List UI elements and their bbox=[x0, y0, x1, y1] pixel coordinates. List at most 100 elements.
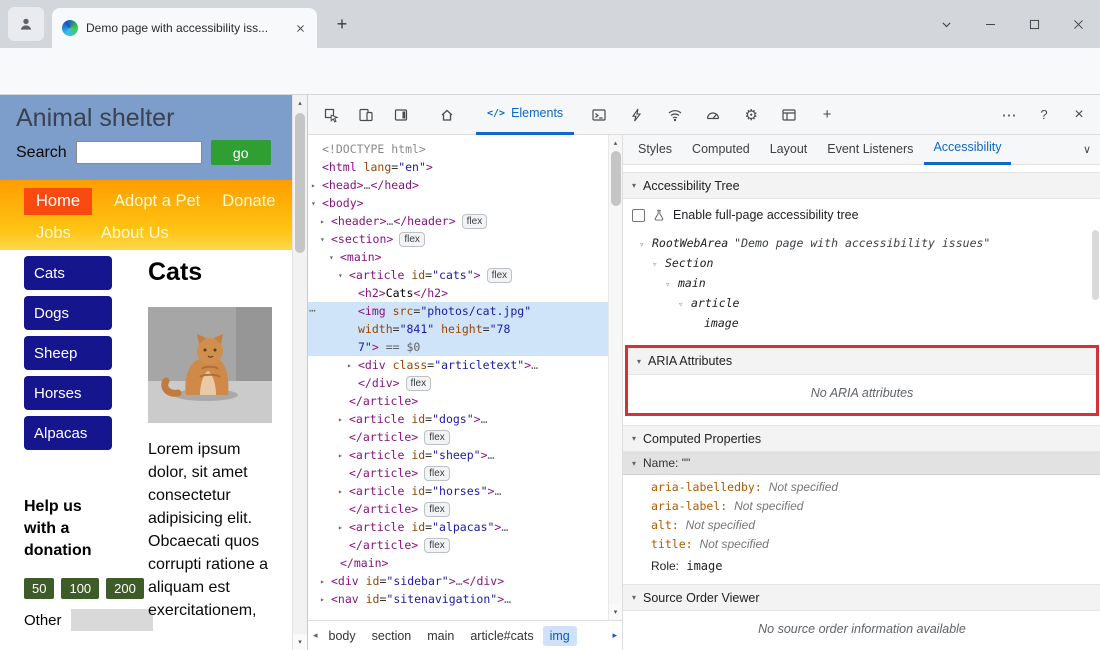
node-more-actions-icon[interactable]: ⋯ bbox=[309, 302, 317, 320]
breadcrumb-item-section[interactable]: section bbox=[365, 626, 419, 646]
sidebar-scrollbar-thumb[interactable] bbox=[1092, 230, 1099, 300]
tab-accessibility[interactable]: Accessibility bbox=[924, 135, 1010, 165]
collapse-arrow-icon[interactable]: ▾ bbox=[329, 249, 339, 267]
breadcrumb-item-body[interactable]: body bbox=[322, 626, 363, 646]
breadcrumb-scroll-left-icon[interactable]: ◂ bbox=[311, 630, 320, 641]
home-button[interactable] bbox=[432, 100, 462, 130]
nav-link-about-us[interactable]: About Us bbox=[101, 224, 169, 243]
elements-tree-line[interactable]: ▸<head>…</head> bbox=[308, 176, 608, 194]
expand-arrow-icon[interactable]: ▸ bbox=[320, 591, 330, 609]
page-scrollbar-thumb[interactable] bbox=[295, 113, 305, 253]
section-header-computed-properties[interactable]: ▾ Computed Properties bbox=[623, 425, 1100, 452]
nav-link-home[interactable]: Home bbox=[24, 188, 92, 215]
device-emulation-button[interactable] bbox=[351, 100, 381, 130]
elements-tree-line[interactable]: <html lang="en"> bbox=[308, 158, 608, 176]
elements-tree-line[interactable]: </article> bbox=[308, 392, 608, 410]
nav-link-donate[interactable]: Donate bbox=[222, 192, 275, 211]
elements-tree-line[interactable]: </article>flex bbox=[308, 500, 608, 518]
expand-arrow-icon[interactable]: ▸ bbox=[338, 447, 348, 465]
more-tools-icon[interactable]: + bbox=[812, 100, 842, 130]
elements-scrollbar-thumb[interactable] bbox=[611, 151, 621, 206]
elements-tree-line[interactable]: ⋯<img src="photos/cat.jpg" bbox=[308, 302, 608, 320]
scroll-up-icon[interactable]: ▴ bbox=[609, 135, 622, 151]
flex-badge[interactable]: flex bbox=[487, 268, 513, 283]
close-window-button[interactable] bbox=[1056, 0, 1100, 48]
tab-layout[interactable]: Layout bbox=[761, 135, 817, 165]
expander-icon[interactable]: ▿ bbox=[639, 235, 652, 255]
more-options-icon[interactable]: ⋯ bbox=[994, 100, 1024, 130]
donation-amount-button-200[interactable]: 200 bbox=[106, 578, 144, 599]
section-header-source-order[interactable]: ▾ Source Order Viewer bbox=[623, 584, 1100, 611]
expand-arrow-icon[interactable]: ▸ bbox=[338, 483, 348, 501]
page-scrollbar[interactable]: ▴ ▾ bbox=[292, 95, 307, 650]
elements-tree-line[interactable]: ▾<main> bbox=[308, 248, 608, 266]
tab-close-icon[interactable] bbox=[291, 19, 309, 37]
flex-badge[interactable]: flex bbox=[424, 430, 450, 445]
accessibility-node-section[interactable]: ▿Section bbox=[631, 253, 1100, 273]
inspect-button[interactable] bbox=[316, 100, 346, 130]
expander-icon[interactable]: ▿ bbox=[678, 295, 691, 315]
expand-arrow-icon[interactable]: ▸ bbox=[338, 411, 348, 429]
elements-tree-line[interactable]: </div>flex bbox=[308, 374, 608, 392]
elements-tree-line[interactable]: ▾<article id="cats">flex bbox=[308, 266, 608, 284]
elements-tree-line[interactable]: ▾<body> bbox=[308, 194, 608, 212]
tab-actions-button[interactable] bbox=[924, 0, 968, 48]
elements-tree-line[interactable]: ▸<article id="sheep">… bbox=[308, 446, 608, 464]
computed-name-header[interactable]: ▾ Name: "" bbox=[623, 452, 1100, 475]
category-button-dogs[interactable]: Dogs bbox=[24, 296, 112, 330]
site-search-input[interactable] bbox=[76, 141, 202, 164]
elements-tree-line[interactable]: <h2>Cats</h2> bbox=[308, 284, 608, 302]
maximize-button[interactable] bbox=[1012, 0, 1056, 48]
elements-tree-line[interactable]: ▸<article id="horses">… bbox=[308, 482, 608, 500]
category-button-cats[interactable]: Cats bbox=[24, 256, 112, 290]
elements-tree-line[interactable]: ▸<article id="alpacas">… bbox=[308, 518, 608, 536]
elements-tree-line[interactable]: width="841" height="78 bbox=[308, 320, 608, 338]
other-amount-input[interactable] bbox=[71, 609, 153, 631]
flex-badge[interactable]: flex bbox=[406, 376, 432, 391]
category-button-alpacas[interactable]: Alpacas bbox=[24, 416, 112, 450]
flex-badge[interactable]: flex bbox=[462, 214, 488, 229]
section-header-accessibility-tree[interactable]: ▾ Accessibility Tree bbox=[623, 172, 1100, 199]
tabs-overflow-chevron-icon[interactable]: ∨ bbox=[1083, 143, 1091, 156]
scroll-down-icon[interactable]: ▾ bbox=[609, 604, 622, 620]
elements-tree-line[interactable]: ▸<header>…</header>flex bbox=[308, 212, 608, 230]
section-header-aria-attributes[interactable]: ▾ ARIA Attributes bbox=[628, 348, 1096, 375]
go-button[interactable]: go bbox=[211, 140, 271, 165]
collapse-arrow-icon[interactable]: ▾ bbox=[338, 267, 348, 285]
category-button-horses[interactable]: Horses bbox=[24, 376, 112, 410]
elements-tree-line[interactable]: </main> bbox=[308, 554, 608, 572]
accessibility-node-image[interactable]: image bbox=[631, 313, 1100, 333]
profile-button[interactable] bbox=[8, 7, 44, 41]
elements-tree-line[interactable]: </article>flex bbox=[308, 536, 608, 554]
network-button[interactable] bbox=[660, 100, 690, 130]
tab-event-listeners[interactable]: Event Listeners bbox=[818, 135, 922, 165]
elements-tree-line[interactable]: ▸<div id="sidebar">…</div> bbox=[308, 572, 608, 590]
help-icon[interactable]: ? bbox=[1029, 100, 1059, 130]
breadcrumb-item-main[interactable]: main bbox=[420, 626, 461, 646]
nav-link-jobs[interactable]: Jobs bbox=[36, 224, 71, 243]
issues-button[interactable] bbox=[622, 100, 652, 130]
elements-tree-line[interactable]: <!DOCTYPE html> bbox=[308, 140, 608, 158]
flex-badge[interactable]: flex bbox=[399, 232, 425, 247]
elements-tree-line[interactable]: 7"> == $0 bbox=[308, 338, 608, 356]
fullpage-tree-checkbox[interactable] bbox=[632, 209, 645, 222]
expand-arrow-icon[interactable]: ▸ bbox=[320, 213, 330, 231]
nav-link-adopt-a-pet[interactable]: Adopt a Pet bbox=[114, 192, 200, 211]
elements-tree-line[interactable]: </article>flex bbox=[308, 464, 608, 482]
flex-badge[interactable]: flex bbox=[424, 502, 450, 517]
breadcrumb-item-article-cats[interactable]: article#cats bbox=[463, 626, 540, 646]
elements-tree-line[interactable]: ▾<section>flex bbox=[308, 230, 608, 248]
expand-arrow-icon[interactable]: ▸ bbox=[347, 357, 357, 375]
scroll-down-icon[interactable]: ▾ bbox=[293, 634, 307, 650]
tab-styles[interactable]: Styles bbox=[629, 135, 681, 165]
minimize-button[interactable] bbox=[968, 0, 1012, 48]
performance-button[interactable] bbox=[698, 100, 728, 130]
expand-arrow-icon[interactable]: ▸ bbox=[320, 573, 330, 591]
application-button[interactable] bbox=[774, 100, 804, 130]
flex-badge[interactable]: flex bbox=[424, 538, 450, 553]
close-devtools-icon[interactable]: × bbox=[1064, 100, 1094, 130]
new-tab-button[interactable]: + bbox=[330, 12, 354, 36]
browser-tab[interactable]: Demo page with accessibility iss... bbox=[52, 8, 317, 48]
expander-icon[interactable]: ▿ bbox=[652, 255, 665, 275]
settings-button[interactable]: ⚙ bbox=[736, 100, 766, 130]
